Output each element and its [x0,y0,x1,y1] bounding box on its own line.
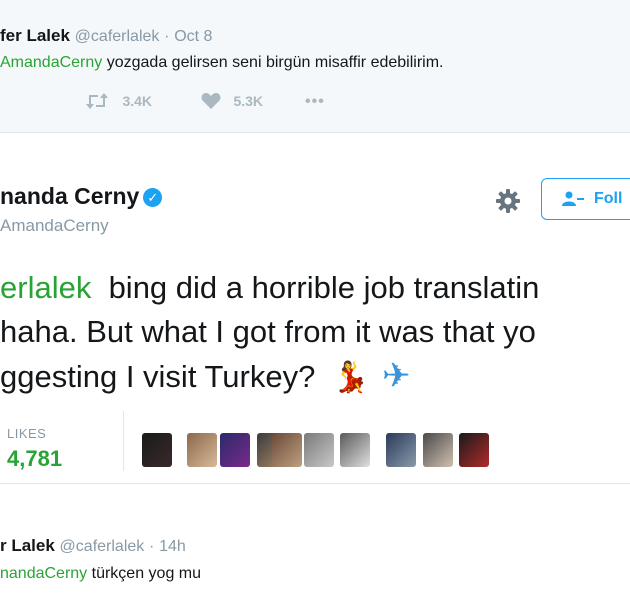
liker-avatar[interactable] [272,433,302,467]
main-tweet-header: nanda Cerny ✓ [0,183,163,210]
liker-avatar[interactable] [386,433,416,467]
retweet-button[interactable]: 3.4K [84,92,152,112]
add-user-icon [562,191,584,206]
like-button[interactable]: 5.3K [201,92,263,112]
liker-avatar[interactable] [340,433,370,467]
settings-gear-button[interactable] [495,188,521,214]
tweet-line-3: ggesting I visit Turkey? [0,359,316,394]
follow-label: Foll [594,190,623,207]
follow-button[interactable]: Foll [541,178,630,220]
separator-dot: · [149,538,155,555]
author-handle[interactable]: AmandaCerny [0,216,109,236]
liker-avatar[interactable] [187,433,217,467]
tweet-line-2: haha. But what I got from it was that yo [0,314,536,349]
tweet-date[interactable]: Oct 8 [174,28,212,45]
liker-avatar[interactable] [459,433,489,467]
tweet-body: türkçen yog mu [91,565,202,582]
heart-icon [201,93,221,109]
tweet-text: AmandaCerny yozgada gelirsen seni birgün… [0,54,444,72]
reply-tweet-bottom[interactable]: r Lalek @caferlalek · 14h nandaCerny tür… [0,484,630,600]
dancer-emoji: 💃 [331,361,370,394]
likes-label: LIKES [7,426,47,441]
separator-dot: · [164,28,170,45]
gear-icon [496,189,520,213]
like-count: 5.3K [233,93,264,109]
author-name[interactable]: nanda Cerny [0,183,139,209]
author-name[interactable]: fer Lalek [0,26,70,45]
retweet-count: 3.4K [122,93,153,109]
author-handle[interactable]: @caferlalek [75,28,160,45]
tweet-body: yozgada gelirsen seni birgün misaffir ed… [106,54,444,71]
main-tweet-text: erlalek bing did a horrible job translat… [0,269,539,307]
airplane-emoji: ✈ [381,357,411,395]
mention-link[interactable]: erlalek [0,270,91,305]
tweet-time[interactable]: 14h [159,538,186,555]
mention-link[interactable]: AmandaCerny [0,54,102,71]
likes-count[interactable]: 4,781 [7,446,62,472]
liker-avatar[interactable] [423,433,453,467]
more-options-icon[interactable]: ••• [305,93,325,111]
liker-avatar[interactable] [142,433,172,467]
verified-badge-icon: ✓ [143,188,163,207]
reply-tweet-top[interactable]: fer Lalek @caferlalek · Oct 8 AmandaCern… [0,0,630,133]
tweet-text: nandaCerny türkçen yog mu [0,565,201,583]
liker-avatar[interactable] [220,433,250,467]
stats-divider [123,411,124,471]
tweet-line-1: bing did a horrible job translatin [108,270,540,305]
tweet-header: fer Lalek @caferlalek · Oct 8 [0,26,212,46]
tweet-header: r Lalek @caferlalek · 14h [0,536,186,556]
mention-link[interactable]: nandaCerny [0,565,87,582]
liker-avatar[interactable] [304,433,334,467]
tweet-line-3-wrap: ggesting I visit Turkey? 💃 ✈ [0,357,410,397]
main-tweet: nanda Cerny ✓ AmandaCerny Foll erlalek b… [0,133,630,484]
retweet-icon [86,93,108,109]
author-name[interactable]: r Lalek [0,536,55,555]
author-handle[interactable]: @caferlalek [60,538,145,555]
